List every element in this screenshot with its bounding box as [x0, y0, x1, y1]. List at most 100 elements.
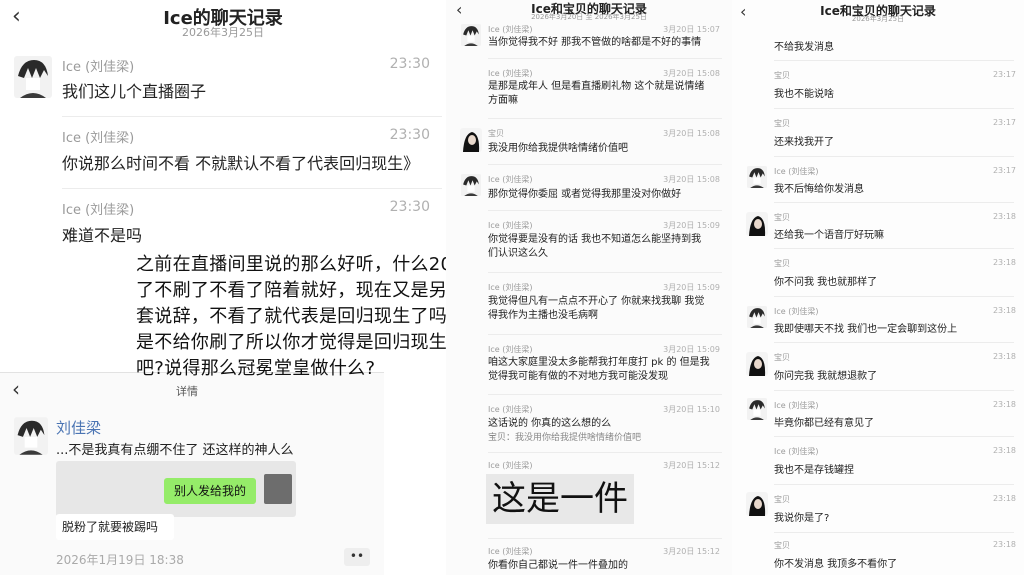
- message-text[interactable]: 不给我发消息: [774, 38, 834, 53]
- sender-name: 宝贝: [774, 213, 790, 222]
- message-time: 23:30: [389, 199, 430, 215]
- avatar[interactable]: [746, 492, 768, 516]
- message-text[interactable]: 咱这大家庭里没太多能帮我打年度打 pk 的 但是我: [488, 356, 710, 370]
- message-text[interactable]: 这话说的 你真的这么想的么: [488, 417, 611, 431]
- message-text[interactable]: 还来找我开了: [774, 133, 834, 148]
- sender-name: 宝贝: [774, 71, 790, 80]
- avatar[interactable]: [746, 166, 768, 188]
- message-text[interactable]: 难道不是吗: [62, 222, 142, 246]
- message-text[interactable]: 我不后悔给你发消息: [774, 180, 864, 195]
- quoted-message[interactable]: ...不是我真有点绷不住了 还这样的神人么: [56, 439, 294, 458]
- message-text[interactable]: 你问完我 我就想退款了: [774, 367, 877, 382]
- contact-name: 刘佳梁: [56, 419, 102, 437]
- sender-name: Ice (刘佳梁): [774, 447, 819, 456]
- sender-name: Ice (刘佳梁): [488, 25, 533, 34]
- overlay-line: 套说辞，不看了就代表是回归现生了吗，: [136, 306, 446, 327]
- right-chat-panel: ‹ Ice和宝贝的聊天记录 2026年3月25日 不给我发消息 宝贝 23:17…: [732, 0, 1024, 575]
- sender-name: Ice (刘佳梁): [774, 167, 819, 176]
- avatar[interactable]: [746, 306, 768, 328]
- avatar[interactable]: [14, 417, 48, 455]
- divider: [774, 436, 1014, 437]
- sender-name: Ice (刘佳梁): [62, 131, 135, 146]
- middle-chat-panel: ‹ Ice和宝贝的聊天记录 2026年3月20日 至 2026年3月25日 Ic…: [446, 0, 732, 575]
- message-time: 23:18: [992, 212, 1016, 221]
- message-time: 3月20日 15:08: [663, 175, 720, 184]
- message-text[interactable]: 我说你是了?: [774, 509, 829, 524]
- message-text[interactable]: 你不发消息 我顶多不看你了: [774, 555, 897, 570]
- header-fragment: 详情: [176, 385, 198, 398]
- divider: [488, 272, 722, 273]
- avatar[interactable]: [746, 398, 768, 420]
- message-text[interactable]: 我觉得但凡有一点点不开心了 你就来找我聊 我觉: [488, 295, 704, 309]
- message-text[interactable]: 毕竟你都已经有意见了: [774, 414, 874, 429]
- message-time: 23:18: [992, 352, 1016, 361]
- divider: [488, 452, 722, 453]
- message-text[interactable]: 当你觉得我不好 那我不管做的啥都是不好的事情: [488, 36, 701, 50]
- message-time: 23:18: [992, 258, 1016, 267]
- message-text[interactable]: 我即使哪天不找 我们也一定会聊到这份上: [774, 320, 957, 335]
- avatar[interactable]: [746, 212, 768, 236]
- divider: [488, 394, 722, 395]
- overlay-line: 吧?说得那么冠冕堂皇做什么?: [136, 358, 376, 379]
- sender-name: Ice (刘佳梁): [62, 60, 135, 75]
- message-time: 3月20日 15:08: [663, 69, 720, 78]
- message-time: 3月20日 15:12: [663, 461, 720, 470]
- message-time: 23:30: [389, 56, 430, 72]
- divider: [62, 116, 442, 117]
- message-text[interactable]: 那你觉得你委屈 或者觉得我那里没对你做好: [488, 188, 681, 202]
- message-text[interactable]: 方面嘛: [488, 94, 518, 108]
- message-text[interactable]: 是那是成年人 但是看直播刷礼物 这个就是说情绪: [488, 80, 704, 94]
- divider: [774, 248, 1014, 249]
- message-text[interactable]: 你不问我 我也就那样了: [774, 273, 877, 288]
- sender-name: Ice (刘佳梁): [488, 283, 533, 292]
- message-text[interactable]: 得我作为主播也没毛病啊: [488, 309, 598, 323]
- message-time: 23:18: [992, 400, 1016, 409]
- message-text[interactable]: 觉得我可能有做的不对地方我可能没发现: [488, 370, 668, 384]
- message-text[interactable]: 我没用你给我提供啥情绪价值吧: [488, 142, 628, 156]
- message-text[interactable]: 们认识这么久: [488, 247, 548, 261]
- avatar: [264, 474, 292, 504]
- overlay-line: 是不给你刷了所以你才觉得是回归现生了: [136, 332, 446, 353]
- divider: [488, 58, 722, 59]
- sender-name: 宝贝: [774, 541, 790, 550]
- message-text[interactable]: 我也不是存钱罐捏: [774, 461, 854, 476]
- divider: [774, 296, 1014, 297]
- overlay-line: 之前在直播间里说的那么好听，什么20级: [136, 254, 446, 275]
- message-text[interactable]: 我们这儿个直播圈子: [62, 78, 206, 102]
- green-message-bubble[interactable]: 别人发给我的: [164, 478, 256, 504]
- sender-name: 宝贝: [774, 495, 790, 504]
- divider: [774, 342, 1014, 343]
- message-text[interactable]: 还给我一个语音厅好玩嘛: [774, 226, 884, 241]
- message-text[interactable]: 你看你自己都说一件一件叠加的: [488, 559, 628, 573]
- divider: [774, 484, 1014, 485]
- sender-name: Ice (刘佳梁): [488, 461, 533, 470]
- message-time: 3月20日 15:09: [663, 221, 720, 230]
- avatar[interactable]: [460, 174, 482, 196]
- message-time: 3月20日 15:12: [663, 547, 720, 556]
- more-options-button[interactable]: ••: [344, 548, 370, 566]
- sender-name: 宝贝: [774, 353, 790, 362]
- divider: [488, 164, 722, 165]
- image-message[interactable]: 这是一件: [486, 474, 634, 524]
- divider: [774, 390, 1014, 391]
- avatar[interactable]: [746, 352, 768, 376]
- message-bubble[interactable]: 脱粉了就要被踢吗: [56, 514, 174, 540]
- sender-name: Ice (刘佳梁): [62, 203, 135, 218]
- message-text[interactable]: 你说那么时间不看 不就默认不看了代表回归现生》: [62, 150, 419, 174]
- sender-name: Ice (刘佳梁): [488, 221, 533, 230]
- sender-name: 宝贝: [488, 129, 504, 138]
- divider: [62, 188, 442, 189]
- message-time: 3月20日 15:07: [663, 25, 720, 34]
- avatar[interactable]: [460, 24, 482, 46]
- message-text[interactable]: 我也不能说啥: [774, 85, 834, 100]
- back-chevron-left-icon[interactable]: ‹: [12, 377, 20, 401]
- message-time: 3月20日 15:10: [663, 405, 720, 414]
- divider: [488, 538, 722, 539]
- message-date: 2026年1月19日 18:38: [56, 553, 184, 567]
- avatar[interactable]: [14, 56, 52, 98]
- avatar[interactable]: [460, 128, 482, 152]
- divider: [774, 60, 1014, 61]
- divider: [774, 202, 1014, 203]
- message-text[interactable]: 你觉得要是没有的话 我也不知道怎么能坚持到我: [488, 233, 701, 247]
- quoted-reply[interactable]: 宝贝：我没用你给我提供啥情绪价值吧: [488, 431, 641, 445]
